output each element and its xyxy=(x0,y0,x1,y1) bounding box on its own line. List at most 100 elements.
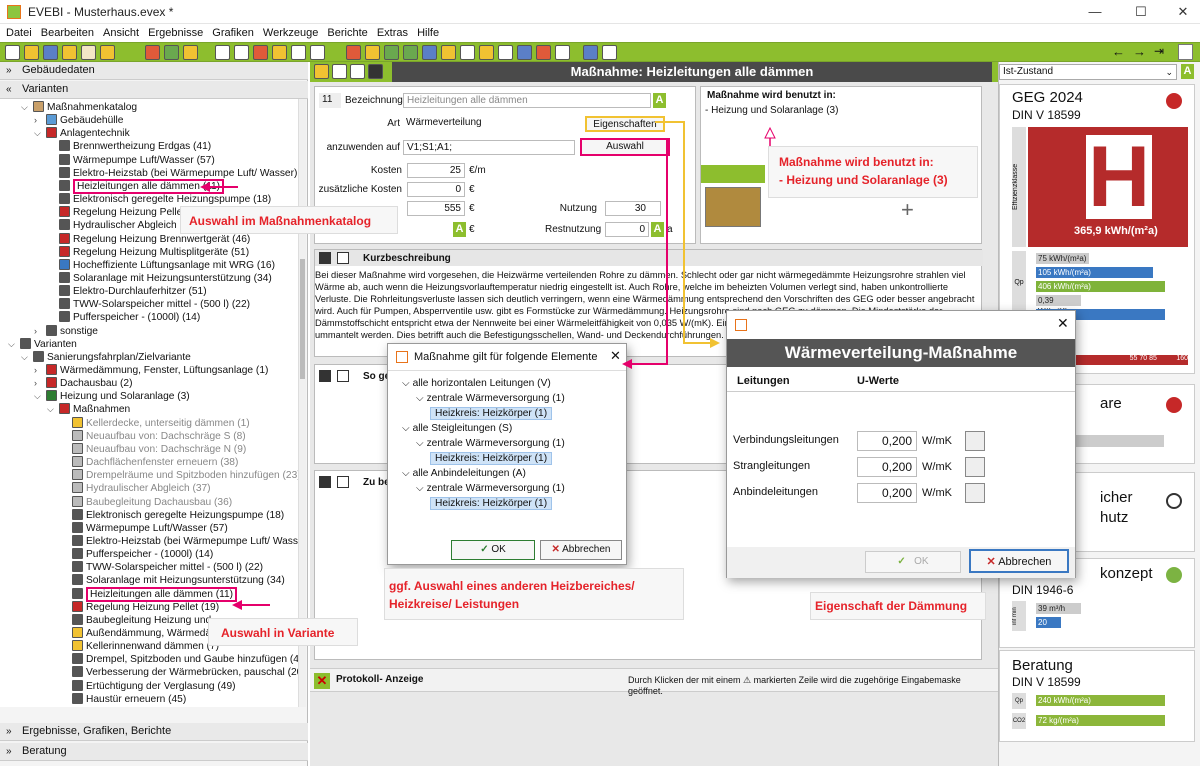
expander-icon[interactable]: ⌵ xyxy=(34,127,41,140)
calculator-icon[interactable] xyxy=(602,45,617,60)
save-icon[interactable] xyxy=(43,45,58,60)
graph-icon[interactable] xyxy=(555,45,570,60)
restnutzung-a-button[interactable]: A xyxy=(651,222,664,237)
chart-icon[interactable] xyxy=(272,45,287,60)
expander-icon[interactable]: ⌵ xyxy=(402,423,413,434)
element-tree-item[interactable]: Heizkreis: Heizkörper (1) xyxy=(430,497,553,510)
element-tree-item[interactable]: Heizkreis: Heizkörper (1) xyxy=(430,407,553,420)
tree-item[interactable]: ⌵ Heizung und Solaranlage (3) xyxy=(34,390,190,403)
house-icon[interactable] xyxy=(441,45,456,60)
tree-item[interactable]: Elektro-Heizstab (bei Wärmepumpe Luft/ W… xyxy=(59,166,298,180)
tree-item[interactable]: Pufferspeicher - (1000l) (14) xyxy=(72,548,213,561)
element-tree-item[interactable]: ⌵ alle Steigleitungen (S) xyxy=(402,422,512,435)
tree-item[interactable]: Elektronisch geregelte Heizungspumpe (18… xyxy=(72,508,284,522)
expander-icon[interactable]: ⌵ xyxy=(8,338,15,351)
tree-item[interactable]: Haustür erneuern (45) xyxy=(72,692,186,706)
menu-ergebnisse[interactable]: Ergebnisse xyxy=(148,24,203,42)
save-icon[interactable] xyxy=(319,476,331,488)
tree-item[interactable]: Pufferspeicher - (1000l) (14) xyxy=(59,311,200,324)
kosten-input[interactable]: 25 xyxy=(407,163,465,178)
tree-item[interactable]: Neuaufbau von: Dachschräge S (8) xyxy=(72,429,246,443)
tree-item[interactable]: Hydraulischer Abgleich (37) xyxy=(59,219,198,232)
import-icon[interactable] xyxy=(62,45,77,60)
variant-dropdown[interactable]: Ist-Zustand ⌄ xyxy=(999,64,1177,80)
benutzt-item[interactable]: - Heizung und Solaranlage (3) xyxy=(705,105,838,116)
tree-item[interactable]: Drempel, Spitzboden und Gaube hinzufügen… xyxy=(72,653,298,666)
tree-item[interactable]: Kellerdecke, unterseitig dämmen (1) xyxy=(72,416,250,430)
expander-icon[interactable]: ⌵ xyxy=(402,378,413,389)
add-image-icon[interactable]: + xyxy=(901,197,914,223)
tree-item[interactable]: Baubegleitung Dachausbau (36) xyxy=(72,495,232,509)
element-tree-item[interactable]: ⌵ alle Anbindeleitungen (A) xyxy=(402,467,526,480)
expander-icon[interactable]: › xyxy=(34,377,37,390)
uwert-input[interactable]: 0,200 xyxy=(857,483,917,503)
section-beratung[interactable]: » Beratung xyxy=(0,743,308,761)
jump-icon[interactable]: ⇥ xyxy=(1154,44,1164,58)
expander-icon[interactable]: ⌵ xyxy=(34,390,41,403)
expander-icon[interactable]: ⌵ xyxy=(416,438,427,449)
zusaetzliche-kosten-input[interactable]: 0 xyxy=(407,182,465,197)
copy-icon[interactable] xyxy=(337,476,349,488)
forward-arrow-icon[interactable]: → xyxy=(1133,44,1146,59)
expander-icon[interactable]: ⌵ xyxy=(47,403,54,416)
grid-icon[interactable] xyxy=(498,45,513,60)
variant-a-button[interactable]: A xyxy=(1181,64,1194,79)
report-icon[interactable] xyxy=(310,45,325,60)
tree-item[interactable]: Regelung Heizung Pellet (19) xyxy=(72,600,219,614)
tree-item[interactable]: TWW-Solarspeicher mittel - (500 l) (22) xyxy=(59,298,250,311)
tree-item[interactable]: Außendämmung, Wärmedä xyxy=(72,627,211,640)
tree-item[interactable]: Heizleitungen alle dämmen (11) xyxy=(59,178,225,194)
section-gebaeudedaten[interactable]: » Gebäudedaten xyxy=(0,62,308,80)
tree-item[interactable]: › sonstige xyxy=(34,324,98,338)
betrag-a-button[interactable]: A xyxy=(453,222,466,237)
building-icon[interactable] xyxy=(422,45,437,60)
expander-icon[interactable]: ⌵ xyxy=(21,351,28,364)
bezeichnung-input[interactable]: Heizleitungen alle dämmen xyxy=(403,93,651,108)
wall-icon[interactable] xyxy=(460,45,475,60)
tree-item[interactable]: Hocheffiziente Lüftungsanlage mit WRG (1… xyxy=(59,258,275,272)
tree-item[interactable]: ⌵ Maßnahmen xyxy=(47,403,130,416)
tree-icon[interactable] xyxy=(384,45,399,60)
expander-icon[interactable]: ⌵ xyxy=(416,483,427,494)
roof-icon[interactable] xyxy=(479,45,494,60)
new-file-icon[interactable] xyxy=(5,45,20,60)
menu-extras[interactable]: Extras xyxy=(377,24,408,42)
window-icon[interactable] xyxy=(517,45,532,60)
tree-item[interactable]: ⌵ Varianten xyxy=(8,337,77,351)
element-tree-item[interactable]: ⌵ alle horizontalen Leitungen (V) xyxy=(402,377,551,390)
tool2-icon[interactable] xyxy=(332,64,347,79)
tree-item[interactable]: Elektro-Durchlauferhitzer (51) xyxy=(59,285,207,298)
menu-hilfe[interactable]: Hilfe xyxy=(417,24,439,42)
close-icon[interactable]: ✕ xyxy=(1057,315,1069,332)
open-folder-icon[interactable] xyxy=(24,45,39,60)
maximize-button[interactable]: ☐ xyxy=(1126,2,1156,22)
close-button[interactable]: ✕ xyxy=(1168,2,1198,22)
expander-icon[interactable]: ⌵ xyxy=(416,393,427,404)
auswahl-button[interactable]: Auswahl xyxy=(580,138,670,156)
anwenden-input[interactable]: V1;S1;A1; xyxy=(403,140,575,155)
element-tree-item[interactable]: Heizkreis: Heizkörper (1) xyxy=(430,452,553,465)
tree-item[interactable]: Wärmepumpe Luft/Wasser (57) xyxy=(72,521,228,535)
element-tree-item[interactable]: ⌵ zentrale Wärmeversorgung (1) xyxy=(416,392,565,405)
sum-icon[interactable] xyxy=(253,45,268,60)
pdf-icon[interactable] xyxy=(536,45,551,60)
tree-item[interactable]: Ertüchtigung der Verglasung (49) xyxy=(72,679,236,693)
tree-item[interactable]: Wärmepumpe Luft/Wasser (57) xyxy=(59,153,215,167)
globe-icon[interactable] xyxy=(403,45,418,60)
back-arrow-icon[interactable]: ← xyxy=(1112,44,1125,59)
menu-grafiken[interactable]: Grafiken xyxy=(212,24,254,42)
tree-item[interactable]: ⌵ Sanierungsfahrplan/Zielvariante xyxy=(21,350,191,364)
calculator-icon[interactable] xyxy=(965,457,985,477)
expander-icon[interactable]: › xyxy=(34,114,37,127)
element-ok-button[interactable]: ✓ OK xyxy=(451,540,535,560)
uwert-input[interactable]: 0,200 xyxy=(857,431,917,451)
eigenschaften-button[interactable]: Eigenschaften xyxy=(585,116,665,132)
menu-bearbeiten[interactable]: Bearbeiten xyxy=(41,24,94,42)
menu-datei[interactable]: Datei xyxy=(6,24,32,42)
tree-item[interactable]: Kellerinnenwand dämmen (7) xyxy=(72,640,219,653)
save-icon[interactable] xyxy=(319,252,331,264)
restnutzung-input[interactable]: 0 xyxy=(605,222,649,237)
heating-icon[interactable] xyxy=(346,45,361,60)
tree-item[interactable]: Baubegleitung Heizung und xyxy=(72,613,211,627)
copy-icon[interactable] xyxy=(337,252,349,264)
